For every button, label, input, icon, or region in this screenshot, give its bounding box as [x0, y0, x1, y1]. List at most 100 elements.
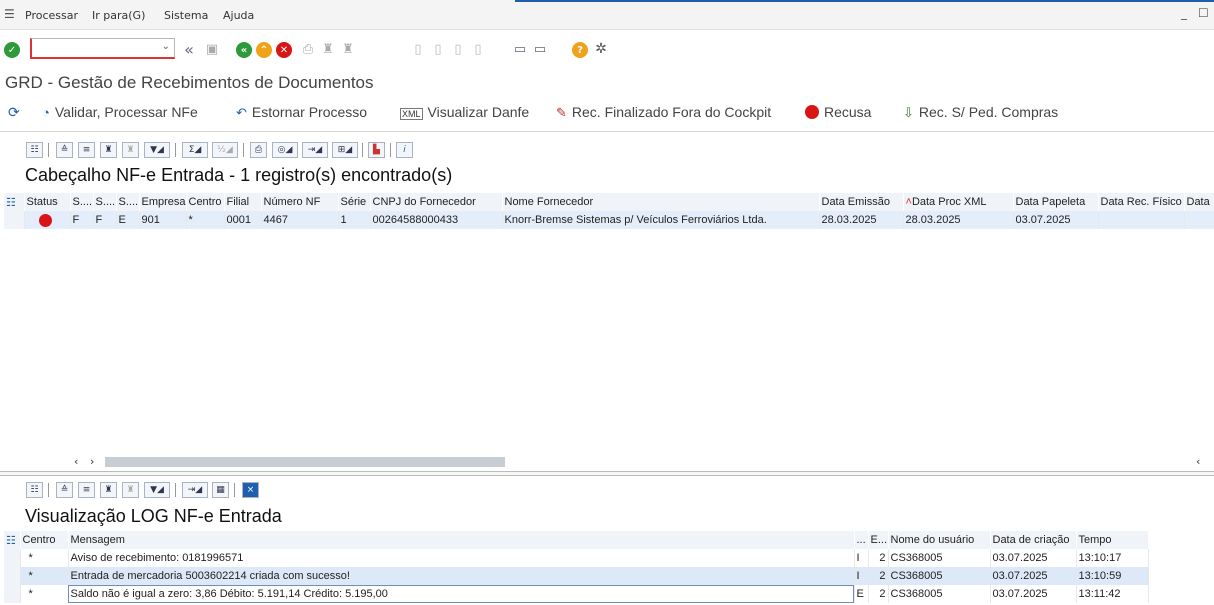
menu-processar[interactable]: Processar [25, 9, 78, 22]
table-row[interactable]: F F E 901 * 0001 4467 1 00264588000433 K… [4, 211, 1214, 229]
col-fornecedor[interactable]: Nome Fornecedor [502, 193, 820, 211]
chevron-down-icon[interactable]: ⌄ [162, 41, 170, 52]
receive-without-po-button[interactable]: ⇩ Rec. S/ Ped. Compras [903, 104, 1058, 121]
tempo-cell[interactable]: 13:10:59 [1076, 567, 1149, 585]
centro-cell[interactable]: * [20, 567, 69, 585]
table-row[interactable]: * Aviso de recebimento: 0181996571 I 2 C… [4, 549, 1149, 567]
close-icon[interactable]: × [242, 482, 259, 498]
row-selector[interactable] [4, 211, 25, 229]
sum-icon[interactable]: Σ◢ [182, 142, 208, 158]
print-icon[interactable]: ⎙ [300, 41, 316, 57]
fornecedor-cell[interactable]: Knorr-Bremse Sistemas p/ Veículos Ferrov… [502, 211, 820, 229]
filial-cell[interactable]: 0001 [224, 211, 262, 229]
s2-cell[interactable]: F [93, 211, 117, 229]
find-next-icon[interactable]: ♜ [122, 482, 139, 498]
print-preview-icon[interactable]: ⎙ [250, 142, 267, 158]
col-tipo[interactable]: ... [854, 531, 869, 549]
data-cell[interactable]: 03.07.2025 [990, 567, 1077, 585]
s1-cell[interactable]: F [70, 211, 94, 229]
data-emissao-cell[interactable]: 28.03.2025 [819, 211, 904, 229]
find-next-icon[interactable]: ♜ [340, 41, 356, 57]
details-icon[interactable]: ☷ [26, 142, 43, 158]
menu-ir-para[interactable]: Ir para(G) [92, 9, 145, 22]
col-s2[interactable]: S.... [93, 193, 117, 211]
last-page-icon[interactable]: ▯ [470, 41, 486, 57]
shortcut-icon[interactable]: ▭ [532, 41, 548, 57]
col-data-criacao[interactable]: Data de criação [990, 531, 1077, 549]
col-centro[interactable]: Centro [186, 193, 225, 211]
col-tempo[interactable]: Tempo [1076, 531, 1149, 549]
filter-icon[interactable]: ▼◢ [144, 142, 170, 158]
layout-icon[interactable]: ☷ [4, 193, 25, 211]
col-serie[interactable]: Série [338, 193, 371, 211]
col-data-papeleta[interactable]: Data Papeleta [1013, 193, 1099, 211]
help-icon[interactable]: ? [572, 42, 588, 58]
horizontal-scrollbar[interactable]: ‹ › ‹ [70, 455, 1214, 468]
table-row[interactable]: * Saldo não é igual a zero: 3,86 Débito:… [4, 585, 1149, 603]
exit-icon[interactable]: ⌃ [256, 42, 272, 58]
tempo-cell[interactable]: 13:10:17 [1076, 549, 1149, 567]
data-proc-xml-cell[interactable]: 28.03.2025 [903, 211, 1014, 229]
status-cell[interactable] [24, 211, 71, 229]
validate-process-button[interactable]: ◔ Validar, Processar NFe [42, 104, 198, 120]
mensagem-cell[interactable]: Entrada de mercadoria 5003602214 criada … [68, 567, 855, 585]
filter-icon[interactable]: ▼◢ [144, 482, 170, 498]
scroll-left-icon[interactable]: ‹ [74, 455, 78, 468]
col-e[interactable]: E... [868, 531, 889, 549]
cnpj-cell[interactable]: 00264588000433 [370, 211, 503, 229]
export-icon[interactable]: ⇥◢ [302, 142, 328, 158]
spreadsheet-icon[interactable]: ▦ [212, 482, 229, 498]
refuse-button[interactable]: Recusa [805, 104, 871, 120]
col-empresa[interactable]: Empresa [139, 193, 187, 211]
data-rec-fisico-cell[interactable] [1098, 211, 1185, 229]
find-icon[interactable]: ♜ [100, 482, 117, 498]
e-cell[interactable]: 2 [868, 567, 889, 585]
reverse-process-button[interactable]: ↶ Estornar Processo [236, 104, 367, 121]
refresh-icon[interactable]: ⟳ [8, 104, 20, 121]
layout-icon[interactable]: ☷ [4, 531, 21, 549]
col-mensagem[interactable]: Mensagem [68, 531, 855, 549]
subtotal-icon[interactable]: ½◢ [212, 142, 238, 158]
data-papeleta-cell[interactable]: 03.07.2025 [1013, 211, 1099, 229]
back-icon[interactable]: « [236, 42, 252, 58]
command-field[interactable]: ⌄ [30, 38, 175, 59]
usuario-cell[interactable]: CS368005 [888, 549, 991, 567]
usuario-cell[interactable]: CS368005 [888, 567, 991, 585]
col-s1[interactable]: S.... [70, 193, 94, 211]
prev-page-icon[interactable]: ▯ [430, 41, 446, 57]
find-next-icon[interactable]: ♜ [122, 142, 139, 158]
minimize-icon[interactable]: _ [1181, 6, 1187, 20]
serie-cell[interactable]: 1 [338, 211, 371, 229]
col-data-rec-fisico[interactable]: Data Rec. Físico [1098, 193, 1185, 211]
row-selector[interactable] [4, 585, 21, 603]
export-icon[interactable]: ⇥◢ [182, 482, 208, 498]
sort-descending-icon[interactable]: ≡ [78, 142, 95, 158]
scroll-left-far-icon[interactable]: ‹ [1196, 455, 1200, 468]
table-row[interactable]: * Entrada de mercadoria 5003602214 criad… [4, 567, 1149, 585]
col-data[interactable]: Data [1184, 193, 1214, 211]
tipo-cell[interactable]: I [854, 567, 869, 585]
centro-cell[interactable]: * [20, 549, 69, 567]
usuario-cell[interactable]: CS368005 [888, 585, 991, 603]
col-centro[interactable]: Centro [20, 531, 69, 549]
graphic-icon[interactable]: ▙ [368, 142, 385, 158]
sort-ascending-icon[interactable]: ≙ [56, 482, 73, 498]
finalized-outside-button[interactable]: ✎ Rec. Finalizado Fora do Cockpit [556, 104, 771, 121]
data-cell[interactable]: 03.07.2025 [990, 549, 1077, 567]
settings-gear-icon[interactable]: ✲ [593, 41, 609, 57]
mensagem-cell[interactable]: Aviso de recebimento: 0181996571 [68, 549, 855, 567]
e-cell[interactable]: 2 [868, 585, 889, 603]
data-cell[interactable] [1184, 211, 1214, 229]
new-session-icon[interactable]: ▭ [512, 41, 528, 57]
scroll-right-icon[interactable]: › [90, 455, 94, 468]
col-usuario[interactable]: Nome do usuário [888, 531, 991, 549]
maximize-icon[interactable]: ☐ [1198, 6, 1209, 20]
layout-icon[interactable]: ⊞◢ [332, 142, 358, 158]
col-s3[interactable]: S.... [116, 193, 140, 211]
col-filial[interactable]: Filial [224, 193, 262, 211]
views-icon[interactable]: ◎◢ [272, 142, 298, 158]
find-icon[interactable]: ♜ [320, 41, 336, 57]
empresa-cell[interactable]: 901 [139, 211, 187, 229]
menu-icon[interactable]: ☰ [4, 7, 15, 21]
row-selector[interactable] [4, 567, 21, 585]
